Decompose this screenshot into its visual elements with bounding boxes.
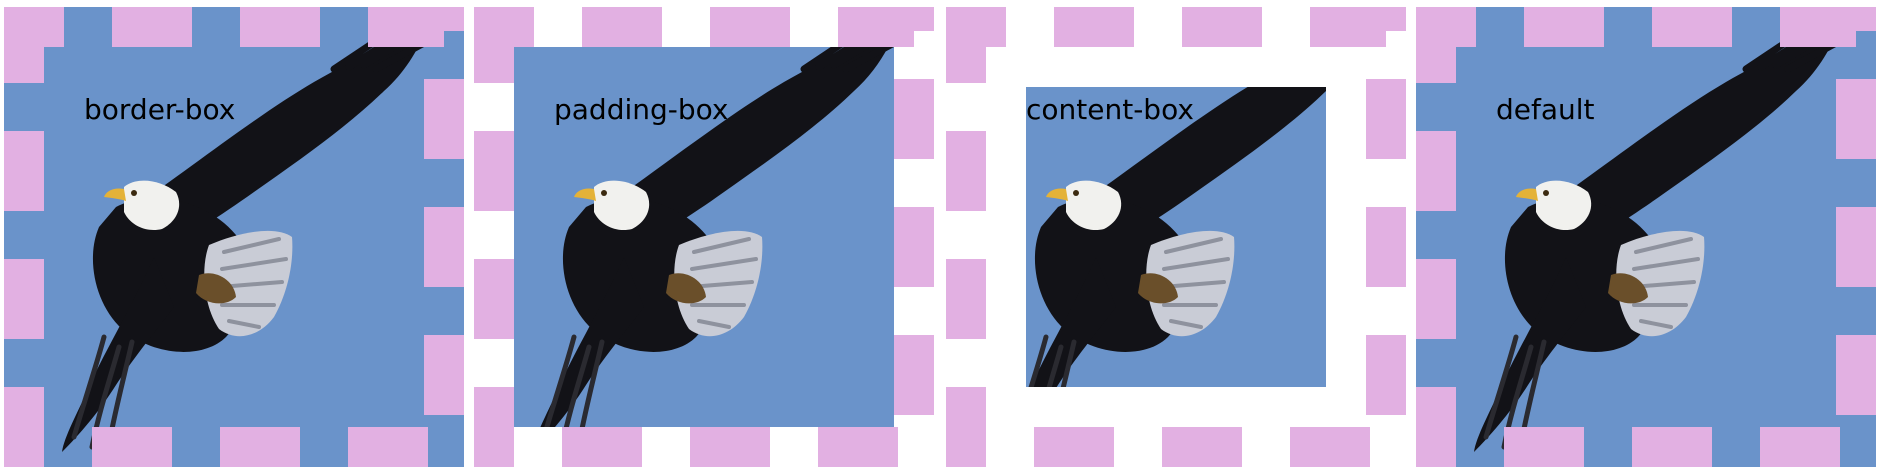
demo-label-border-box: border-box (84, 93, 236, 126)
background-clip-demo-strip: border-box padding-box content-box defau… (0, 0, 1878, 474)
demo-label-default: default (1496, 93, 1595, 126)
box-graphic (1416, 7, 1876, 467)
background-image (514, 47, 894, 427)
demo-content-box: content-box (946, 7, 1406, 467)
box-graphic (4, 7, 464, 467)
background-image (1416, 7, 1876, 467)
box-graphic (474, 7, 934, 467)
demo-padding-box: padding-box (474, 7, 934, 467)
background-image (4, 7, 464, 467)
box-graphic (946, 7, 1406, 467)
demo-label-content-box: content-box (1026, 93, 1194, 126)
demo-label-padding-box: padding-box (554, 93, 729, 126)
demo-border-box: border-box (4, 7, 464, 467)
demo-default: default (1416, 7, 1876, 467)
